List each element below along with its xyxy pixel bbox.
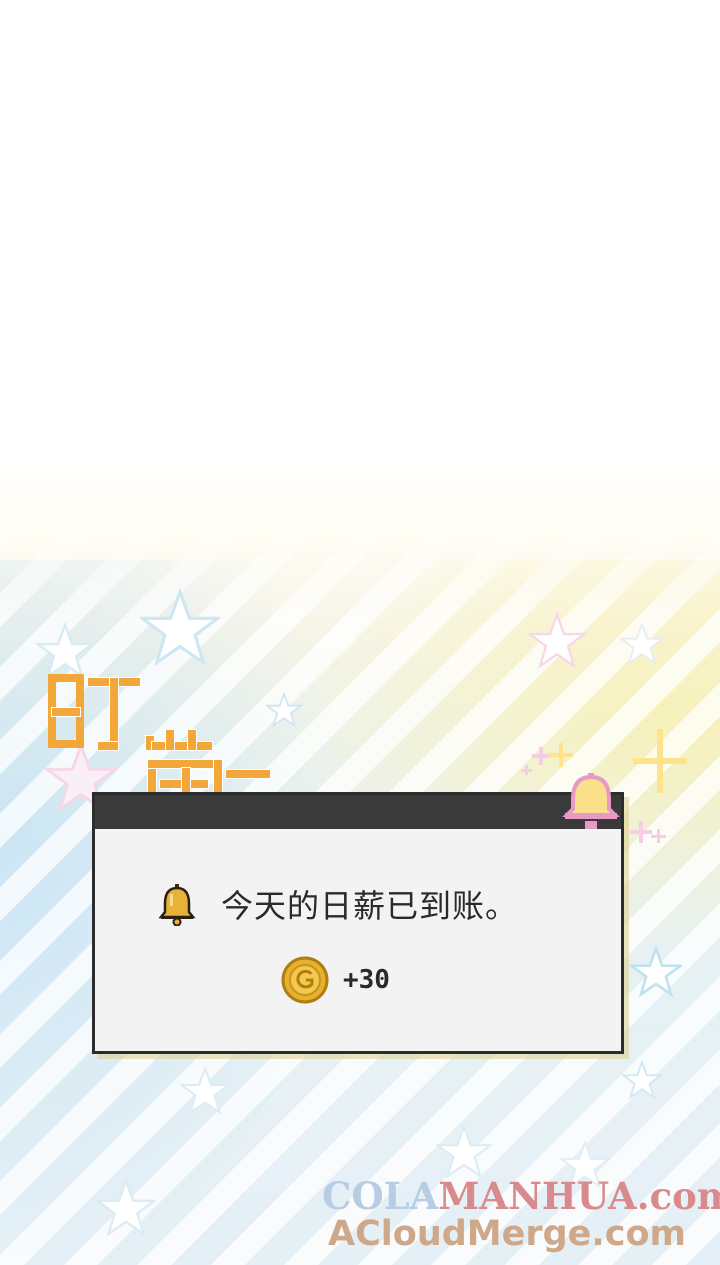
star-icon bbox=[140, 588, 220, 667]
pink-bell-icon bbox=[521, 729, 687, 843]
star-icon bbox=[528, 612, 586, 669]
star-icon bbox=[620, 622, 664, 666]
reward-amount: +30 bbox=[343, 965, 390, 995]
star-icon bbox=[622, 1060, 662, 1100]
star-icon bbox=[96, 1178, 156, 1237]
watermark-line-2: ACloudMerge.com bbox=[328, 1214, 686, 1254]
bell-icon bbox=[158, 884, 196, 926]
page: 今天的日薪已到账。 +30 COLAMANHUA.com ACloudMerge… bbox=[0, 0, 720, 1265]
star-icon bbox=[630, 946, 682, 998]
notification-message: 今天的日薪已到账。 bbox=[221, 887, 519, 925]
gold-coin-icon bbox=[281, 956, 329, 1004]
star-icon bbox=[436, 1124, 492, 1179]
star-icon bbox=[180, 1066, 230, 1115]
watermark-line-1: COLAMANHUA.com bbox=[322, 1174, 720, 1218]
reward-row: +30 bbox=[281, 955, 390, 1005]
message-row: 今天的日薪已到账。 bbox=[157, 879, 518, 929]
watermark-part-cola: COLA bbox=[322, 1174, 439, 1218]
watermark-part-manhua: MANHUA.com bbox=[438, 1174, 720, 1218]
